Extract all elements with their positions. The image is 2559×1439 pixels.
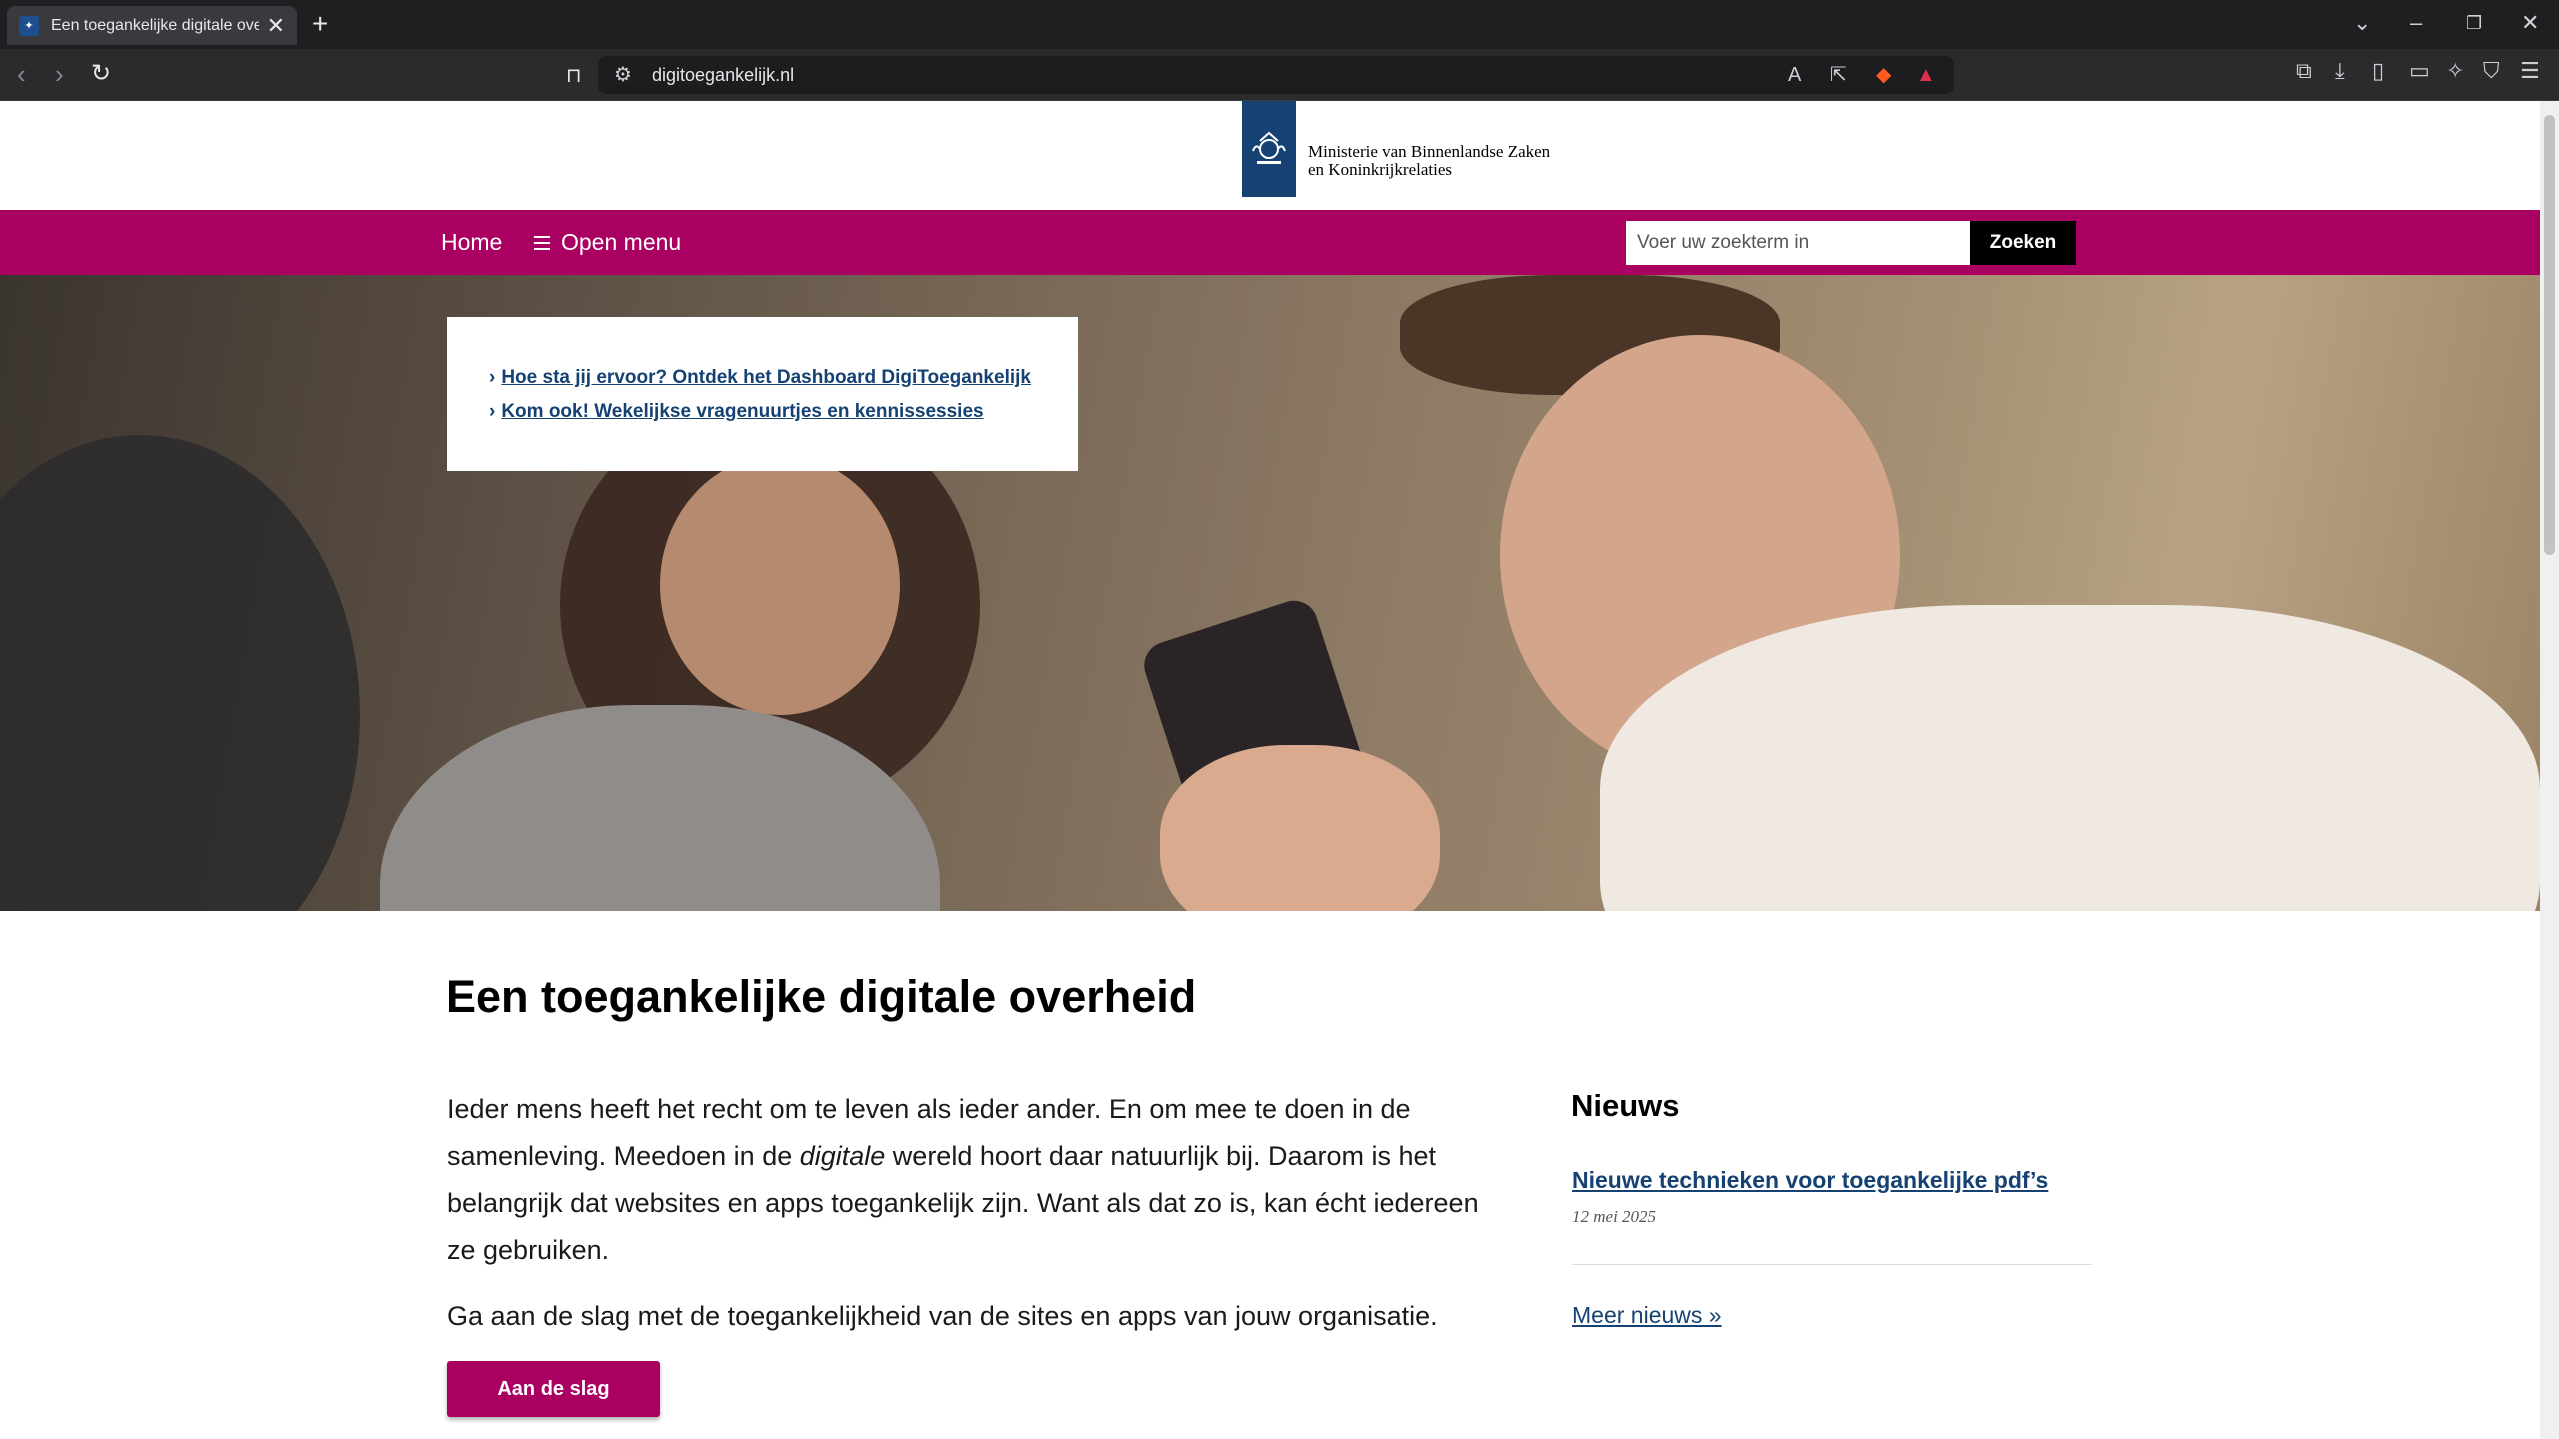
hero-woman-face-shape bbox=[660, 455, 900, 715]
site-favicon-icon: ✦ bbox=[19, 15, 39, 36]
chevron-right-icon: › bbox=[489, 401, 496, 422]
minimize-icon[interactable]: – bbox=[2410, 8, 2422, 38]
sidebar-icon[interactable]: ▯ bbox=[2372, 58, 2384, 84]
search-input[interactable] bbox=[1626, 221, 1970, 265]
news-divider bbox=[1572, 1264, 2092, 1265]
hamburger-icon bbox=[534, 235, 550, 250]
extensions-icon[interactable]: ⧉ bbox=[2296, 58, 2312, 84]
tab-list-chevron-icon[interactable]: ⌄ bbox=[2353, 8, 2371, 38]
downloads-icon[interactable]: ⤓ bbox=[2335, 58, 2345, 84]
page-scrollbar[interactable] bbox=[2540, 101, 2559, 1439]
bookmark-icon[interactable]: ⊓ bbox=[566, 63, 582, 89]
web-page: Ministerie van Binnenlandse Zaken en Kon… bbox=[0, 101, 2540, 1439]
search-button[interactable]: Zoeken bbox=[1970, 221, 2076, 265]
rijksoverheid-logo[interactable] bbox=[1242, 101, 1296, 197]
hero-link-dashboard[interactable]: › Hoe sta jij ervoor? Ontdek het Dashboar… bbox=[489, 361, 1078, 395]
open-menu-button[interactable]: Open menu bbox=[534, 229, 681, 256]
more-news-link[interactable]: Meer nieuws » bbox=[1572, 1302, 1722, 1329]
brave-rewards-icon[interactable]: ▲ bbox=[1916, 63, 1936, 87]
hero-link-sessions-label: Kom ook! Wekelijkse vragenuurtjes en ken… bbox=[501, 401, 984, 422]
ministry-name-line2: en Koninkrijkrelaties bbox=[1308, 160, 1452, 179]
news-heading: Nieuws bbox=[1571, 1088, 1680, 1123]
hero-person-left-shape bbox=[0, 435, 360, 911]
hero-link-dashboard-label: Hoe sta jij ervoor? Ontdek het Dashboard… bbox=[501, 367, 1031, 388]
news-item-date: 12 mei 2025 bbox=[1572, 1207, 1657, 1226]
leo-ai-icon[interactable]: ✧ bbox=[2446, 58, 2464, 84]
address-bar[interactable]: ⚙ digitoegankelijk.nl A ⇱ ◆ ▲ bbox=[598, 56, 1954, 94]
intro-paragraph-2: Ga aan de slag met de toegankelijkheid v… bbox=[447, 1301, 1438, 1331]
brave-shield-icon[interactable]: ◆ bbox=[1876, 63, 1891, 87]
forward-icon[interactable]: › bbox=[55, 61, 64, 87]
wallet-icon[interactable]: ▭ bbox=[2409, 58, 2430, 84]
get-started-button[interactable]: Aan de slag bbox=[447, 1361, 660, 1417]
open-menu-label: Open menu bbox=[561, 229, 682, 255]
window-close-icon[interactable]: ✕ bbox=[2521, 8, 2539, 38]
back-icon[interactable]: ‹ bbox=[17, 61, 26, 87]
vpn-icon[interactable]: ⛉ bbox=[2483, 58, 2500, 84]
main-navigation: Home Open menu Zoeken bbox=[0, 210, 2540, 275]
intro-emphasis: digitale bbox=[799, 1141, 886, 1171]
menu-icon[interactable]: ☰ bbox=[2520, 58, 2540, 84]
hero-man-shirt-shape bbox=[1600, 605, 2540, 911]
hero-link-sessions[interactable]: › Kom ook! Wekelijkse vragenuurtjes en ke… bbox=[489, 395, 1078, 429]
tab-close-icon[interactable]: ✕ bbox=[267, 14, 285, 37]
url-text[interactable]: digitoegankelijk.nl bbox=[652, 65, 794, 86]
reload-icon[interactable]: ↻ bbox=[91, 61, 111, 87]
coat-of-arms-icon bbox=[1252, 131, 1286, 164]
new-tab-button[interactable]: + bbox=[312, 9, 328, 39]
chevron-right-icon: › bbox=[489, 367, 496, 388]
share-icon[interactable]: ⇱ bbox=[1830, 63, 1847, 87]
ministry-name[interactable]: Ministerie van Binnenlandse Zaken en Kon… bbox=[1308, 143, 1550, 179]
hero-image: › Hoe sta jij ervoor? Ontdek het Dashboar… bbox=[0, 275, 2540, 911]
browser-tabbar: ✦ Een toegankelijke digitale overheid ✕ … bbox=[0, 0, 2559, 49]
hero-links-card: › Hoe sta jij ervoor? Ontdek het Dashboar… bbox=[447, 317, 1078, 471]
browser-toolbar: ‹ › ↻ ⊓ ⚙ digitoegankelijk.nl A ⇱ ◆ ▲ bbox=[0, 49, 2559, 101]
intro-paragraph: Ieder mens heeft het recht om te leven a… bbox=[447, 1086, 1497, 1274]
ministry-name-line1: Ministerie van Binnenlandse Zaken bbox=[1308, 142, 1551, 161]
tab-title: Een toegankelijke digitale overheid bbox=[51, 16, 259, 34]
news-item-link[interactable]: Nieuwe technieken voor toegankelijke pdf… bbox=[1572, 1167, 2048, 1194]
translate-icon[interactable]: A bbox=[1788, 63, 1801, 87]
hero-hands-shape bbox=[1160, 745, 1440, 911]
nav-home-link[interactable]: Home bbox=[441, 229, 502, 256]
site-settings-icon[interactable]: ⚙ bbox=[614, 63, 632, 87]
browser-tab[interactable]: ✦ Een toegankelijke digitale overheid ✕ bbox=[7, 6, 297, 45]
restore-icon[interactable]: ❐ bbox=[2466, 8, 2482, 38]
scrollbar-thumb[interactable] bbox=[2544, 115, 2555, 555]
page-title: Een toegankelijke digitale overheid bbox=[446, 971, 1197, 1022]
